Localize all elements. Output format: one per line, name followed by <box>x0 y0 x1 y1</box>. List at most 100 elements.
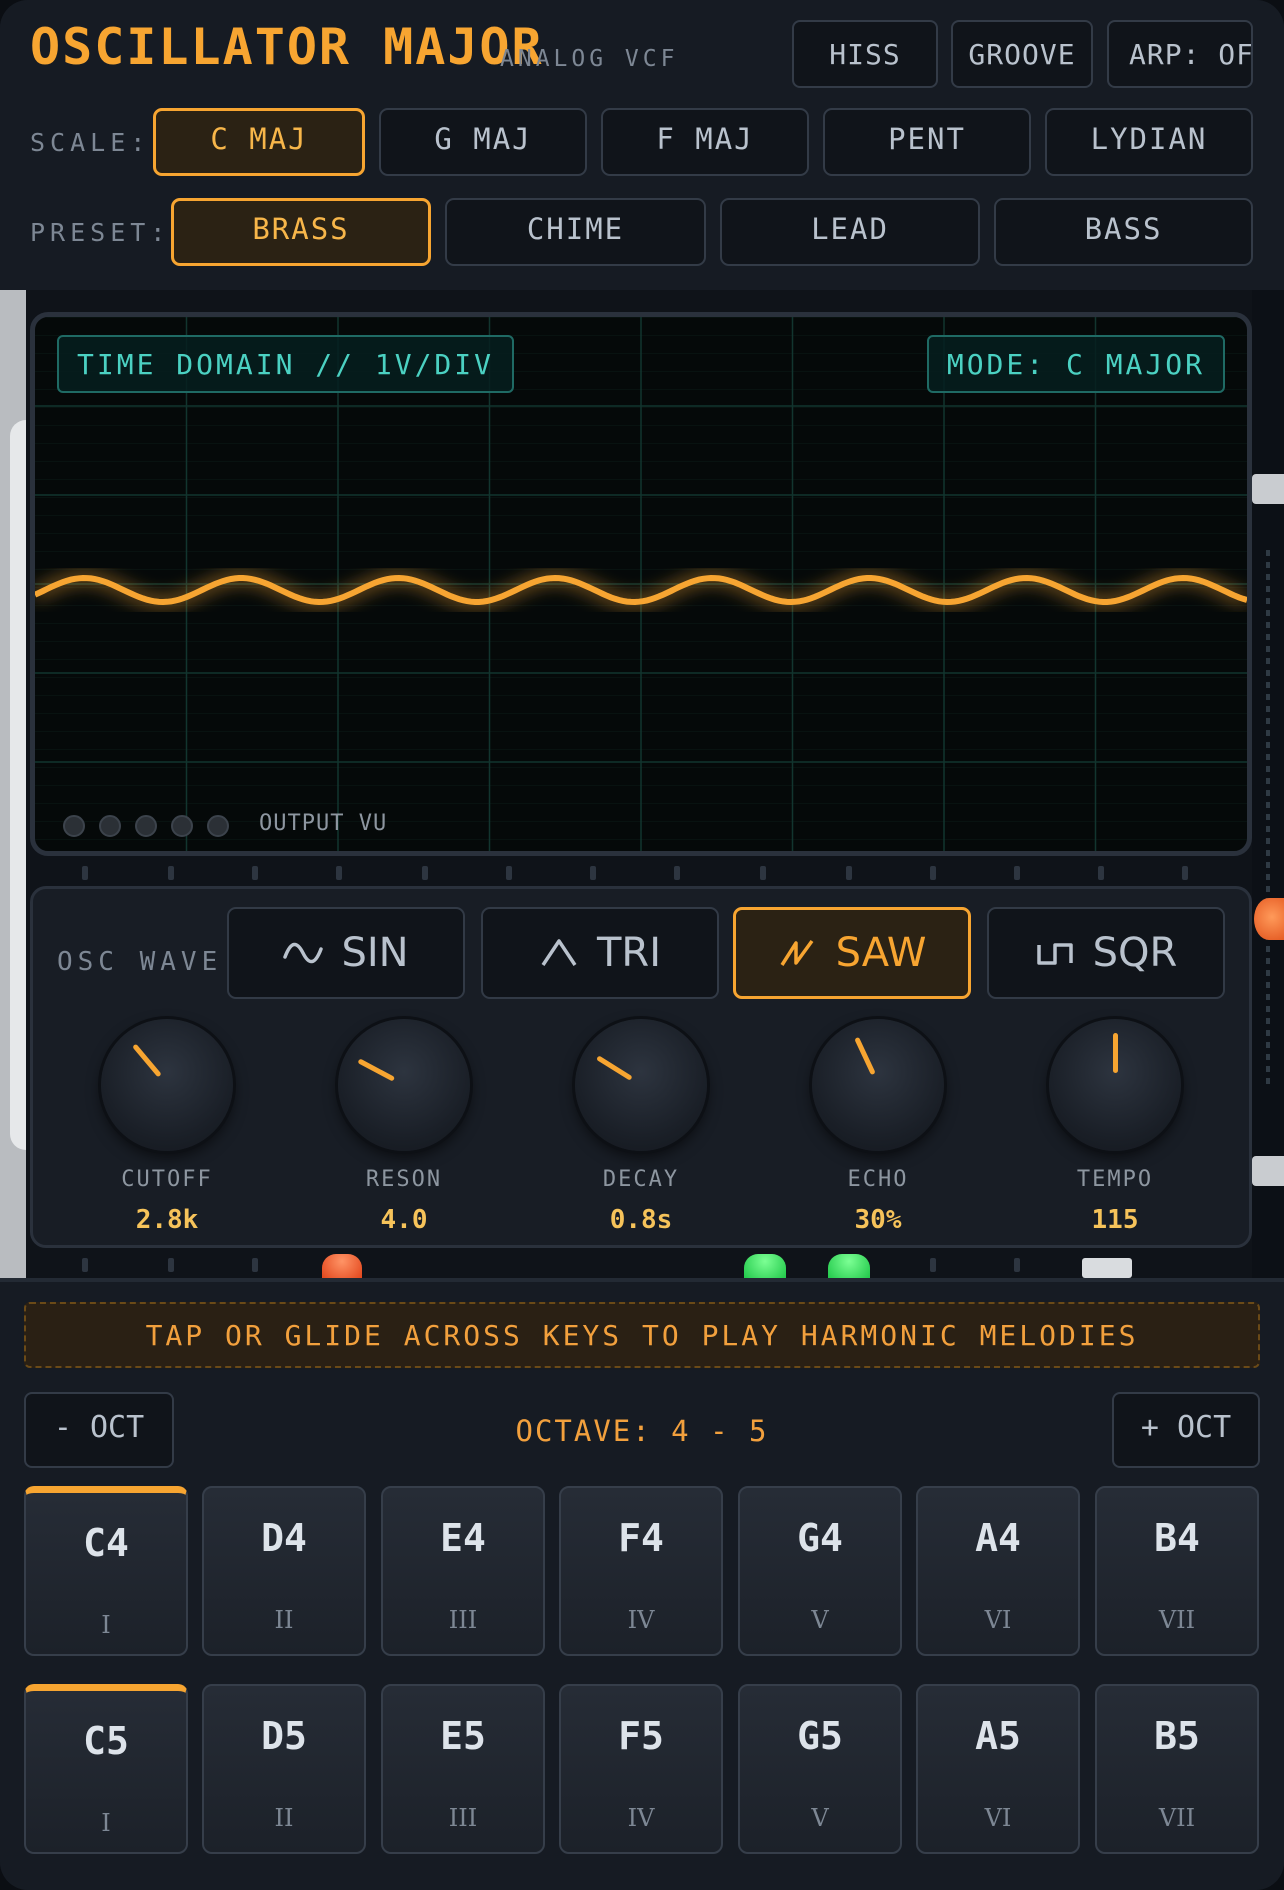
preset-option-lead[interactable]: LEAD <box>720 198 980 266</box>
key-f4[interactable]: F4 IV <box>559 1486 723 1656</box>
key-f5[interactable]: F5 IV <box>559 1684 723 1854</box>
preset-option-bass[interactable]: BASS <box>994 198 1253 266</box>
key-note-label: D4 <box>261 1516 307 1560</box>
keyboard-section: TAP OR GLIDE ACROSS KEYS TO PLAY HARMONI… <box>0 1278 1284 1890</box>
scale-option-c-maj[interactable]: C MAJ <box>153 108 365 176</box>
key-degree-label: VII <box>1158 1606 1196 1634</box>
key-d4[interactable]: D4 II <box>202 1486 366 1656</box>
oscilloscope-grid <box>35 317 1247 851</box>
wave-tri-button[interactable]: TRI <box>481 907 719 999</box>
key-note-label: E4 <box>440 1516 486 1560</box>
osc-wave-label: OSC WAVE: <box>57 947 243 977</box>
vu-led <box>171 815 193 837</box>
octave-down-button[interactable]: - OCT <box>24 1392 174 1468</box>
decay-label: DECAY <box>602 1167 680 1192</box>
key-c5[interactable]: C5 I <box>24 1684 188 1854</box>
arp-toggle-button[interactable]: ARP: OFF <box>1107 20 1253 88</box>
reson-knob[interactable] <box>338 1019 470 1151</box>
key-degree-label: I <box>101 1611 111 1639</box>
key-degree-label: IV <box>627 1606 655 1634</box>
preset-label: PRESET: <box>30 218 171 247</box>
decay-knob[interactable] <box>575 1019 707 1151</box>
status-led-red <box>322 1254 362 1278</box>
tempo-knob-group: TEMPO 115 <box>1015 1019 1215 1235</box>
echo-knob[interactable] <box>812 1019 944 1151</box>
connector-rail-top <box>30 866 1252 882</box>
key-degree-label: VI <box>984 1606 1012 1634</box>
key-a5[interactable]: A5 VI <box>916 1684 1080 1854</box>
vu-led <box>207 815 229 837</box>
echo-knob-group: ECHO 30% <box>778 1019 978 1235</box>
key-note-label: A5 <box>975 1714 1021 1758</box>
wave-sin-button[interactable]: SIN <box>227 907 465 999</box>
key-g5[interactable]: G5 V <box>738 1684 902 1854</box>
groove-button[interactable]: GROOVE <box>951 20 1093 88</box>
cutoff-value: 2.8k <box>135 1205 199 1235</box>
status-plate <box>1082 1258 1132 1278</box>
right-edge-slider-cap <box>1252 474 1284 504</box>
key-note-label: E5 <box>440 1714 486 1758</box>
right-edge-indicator <box>1254 898 1284 940</box>
key-b5[interactable]: B5 VII <box>1095 1684 1259 1854</box>
key-degree-label: VII <box>1158 1804 1196 1832</box>
synth-body: TIME DOMAIN // 1V/DIV MODE: C MAJOR OUTP… <box>0 290 1284 1278</box>
echo-value: 30% <box>854 1205 902 1235</box>
app-subtitle: ANALOG VCF <box>500 46 679 72</box>
wave-sqr-button[interactable]: SQR <box>987 907 1225 999</box>
output-vu-label: OUTPUT VU <box>259 811 388 836</box>
key-b4[interactable]: B4 VII <box>1095 1486 1259 1656</box>
header-panel: OSCILLATOR MAJOR ANALOG VCF HISS GROOVE … <box>0 0 1284 290</box>
octave-up-button[interactable]: + OCT <box>1112 1392 1260 1468</box>
saw-wave-icon <box>780 939 813 966</box>
knob-indicator <box>854 1036 876 1076</box>
decay-value: 0.8s <box>609 1205 673 1235</box>
knob-indicator <box>357 1058 396 1082</box>
key-note-label: C4 <box>83 1521 129 1565</box>
reson-value: 4.0 <box>380 1205 428 1235</box>
preset-option-brass[interactable]: BRASS <box>171 198 431 266</box>
scale-option-g-maj[interactable]: G MAJ <box>379 108 587 176</box>
app-title: OSCILLATOR MAJOR <box>30 18 544 76</box>
tempo-value: 115 <box>1091 1205 1139 1235</box>
cutoff-knob[interactable] <box>101 1019 233 1151</box>
right-edge-scale <box>1266 550 1270 1090</box>
tempo-knob[interactable] <box>1049 1019 1181 1151</box>
key-note-label: A4 <box>975 1516 1021 1560</box>
status-led-green <box>828 1254 870 1278</box>
keyboard-hint-banner: TAP OR GLIDE ACROSS KEYS TO PLAY HARMONI… <box>24 1302 1260 1368</box>
triangle-wave-icon <box>541 939 577 966</box>
wave-sqr-label: SQR <box>1092 930 1178 976</box>
wave-saw-button[interactable]: SAW <box>733 907 971 999</box>
reson-label: RESON <box>365 1167 443 1192</box>
key-note-label: G4 <box>797 1516 843 1560</box>
oscillator-control-panel: OSC WAVE: SIN TRI SAW SQR CUTOFF 2.8k RE… <box>30 886 1252 1248</box>
octave-range-label: OCTAVE: 4 - 5 <box>515 1414 769 1448</box>
key-note-label: B4 <box>1154 1516 1200 1560</box>
key-d5[interactable]: D5 II <box>202 1684 366 1854</box>
key-e5[interactable]: E5 III <box>381 1684 545 1854</box>
scope-mode-tag: MODE: C MAJOR <box>926 335 1225 393</box>
key-g4[interactable]: G4 V <box>738 1486 902 1656</box>
scale-option-f-maj[interactable]: F MAJ <box>601 108 809 176</box>
hiss-button[interactable]: HISS <box>792 20 938 88</box>
key-a4[interactable]: A4 VI <box>916 1486 1080 1656</box>
scale-option-pent[interactable]: PENT <box>823 108 1031 176</box>
key-c4[interactable]: C4 I <box>24 1486 188 1656</box>
vu-led <box>135 815 157 837</box>
key-note-label: F4 <box>618 1516 664 1560</box>
decay-knob-group: DECAY 0.8s <box>541 1019 741 1235</box>
output-vu-meter <box>63 815 229 837</box>
right-chassis-edge <box>1252 290 1284 1278</box>
connector-rail-bottom <box>30 1258 1252 1274</box>
key-e4[interactable]: E4 III <box>381 1486 545 1656</box>
scale-label: SCALE: <box>30 128 151 157</box>
key-note-label: C5 <box>83 1719 129 1763</box>
scale-option-lydian[interactable]: LYDIAN <box>1045 108 1253 176</box>
key-degree-label: II <box>274 1606 294 1634</box>
cutoff-knob-group: CUTOFF 2.8k <box>67 1019 267 1235</box>
tempo-label: TEMPO <box>1076 1167 1154 1192</box>
wave-saw-label: SAW <box>835 930 927 976</box>
vu-led <box>99 815 121 837</box>
preset-option-chime[interactable]: CHIME <box>445 198 706 266</box>
knob-indicator <box>132 1043 162 1078</box>
